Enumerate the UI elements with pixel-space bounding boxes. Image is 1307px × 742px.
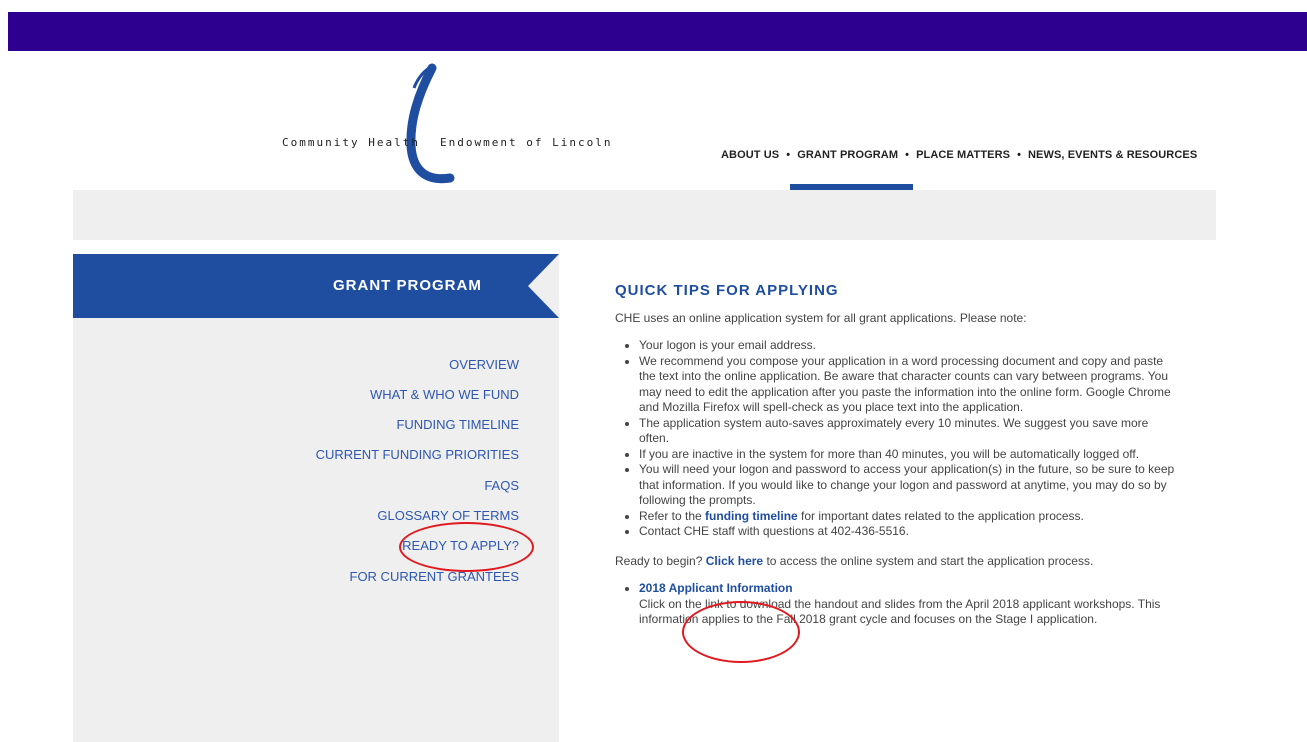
logo-text-left: Community Health [282,136,420,149]
sidebar [73,254,559,742]
ready-text-before: Ready to begin? [615,553,706,568]
tip-text: Refer to the [639,508,706,523]
tips-list: Your logon is your email address. We rec… [615,338,1175,540]
sidebar-link-funding-timeline[interactable]: FUNDING TIMELINE [396,417,519,432]
applicant-list: 2018 Applicant Information Click on the … [615,581,1175,628]
sidebar-link-current-funding-priorities[interactable]: CURRENT FUNDING PRIORITIES [316,447,519,462]
tip-item: We recommend you compose your applicatio… [639,354,1175,416]
main-nav: ABOUT US • GRANT PROGRAM • PLACE MATTERS • NEW… [721,149,1197,161]
tip-text: for important dates related to the appli… [797,508,1084,523]
main-content: QUICK TIPS FOR APPLYING CHE uses an onli… [615,283,1175,642]
nav-news-events-resources[interactable]: NEWS, EVENTS & RESOURCES [1028,149,1197,161]
tip-item: The application system auto-saves approx… [639,416,1175,447]
funding-timeline-link[interactable]: funding timeline [705,509,798,523]
sidebar-link-ready-to-apply[interactable]: READY TO APPLY? [402,538,519,553]
sidebar-link-what-who-we-fund[interactable]: WHAT & WHO WE FUND [370,387,519,402]
tip-item: Contact CHE staff with questions at 402-… [639,524,1175,540]
nav-place-matters[interactable]: PLACE MATTERS [916,149,1010,161]
tip-item: If you are inactive in the system for mo… [639,447,1175,463]
tip-item: You will need your logon and password to… [639,462,1175,509]
page-title: QUICK TIPS FOR APPLYING [615,282,839,299]
logo-text-right: Endowment of Lincoln [440,136,613,149]
ready-text: Ready to begin? Click here to access the… [615,554,1175,570]
sidebar-link-overview[interactable]: OVERVIEW [449,357,519,372]
sidebar-link-glossary-of-terms[interactable]: GLOSSARY OF TERMS [377,508,519,523]
applicant-info-text: Click on the link to download the handou… [639,596,1161,627]
sidebar-title: GRANT PROGRAM [333,277,482,294]
tip-item: Refer to the funding timeline for import… [639,509,1175,525]
applicant-item: 2018 Applicant Information Click on the … [639,581,1175,628]
nav-separator: • [1017,149,1022,161]
tip-item: Your logon is your email address. [639,338,1175,354]
page-banner [73,190,1216,240]
click-here-link[interactable]: Click here [706,554,763,568]
sidebar-header-banner [73,254,559,318]
top-banner [8,12,1307,51]
sidebar-link-for-current-grantees[interactable]: FOR CURRENT GRANTEES [350,569,520,584]
sidebar-link-faqs[interactable]: FAQS [484,478,519,493]
nav-grant-program[interactable]: GRANT PROGRAM [797,149,898,161]
nav-about-us[interactable]: ABOUT US [721,149,779,161]
ready-text-after: to access the online system and start th… [763,553,1094,568]
applicant-info-link[interactable]: 2018 Applicant Information [639,581,793,595]
nav-separator: • [786,149,791,161]
logo-figure-icon [406,63,455,184]
nav-separator: • [905,149,910,161]
intro-text: CHE uses an online application system fo… [615,310,1027,325]
